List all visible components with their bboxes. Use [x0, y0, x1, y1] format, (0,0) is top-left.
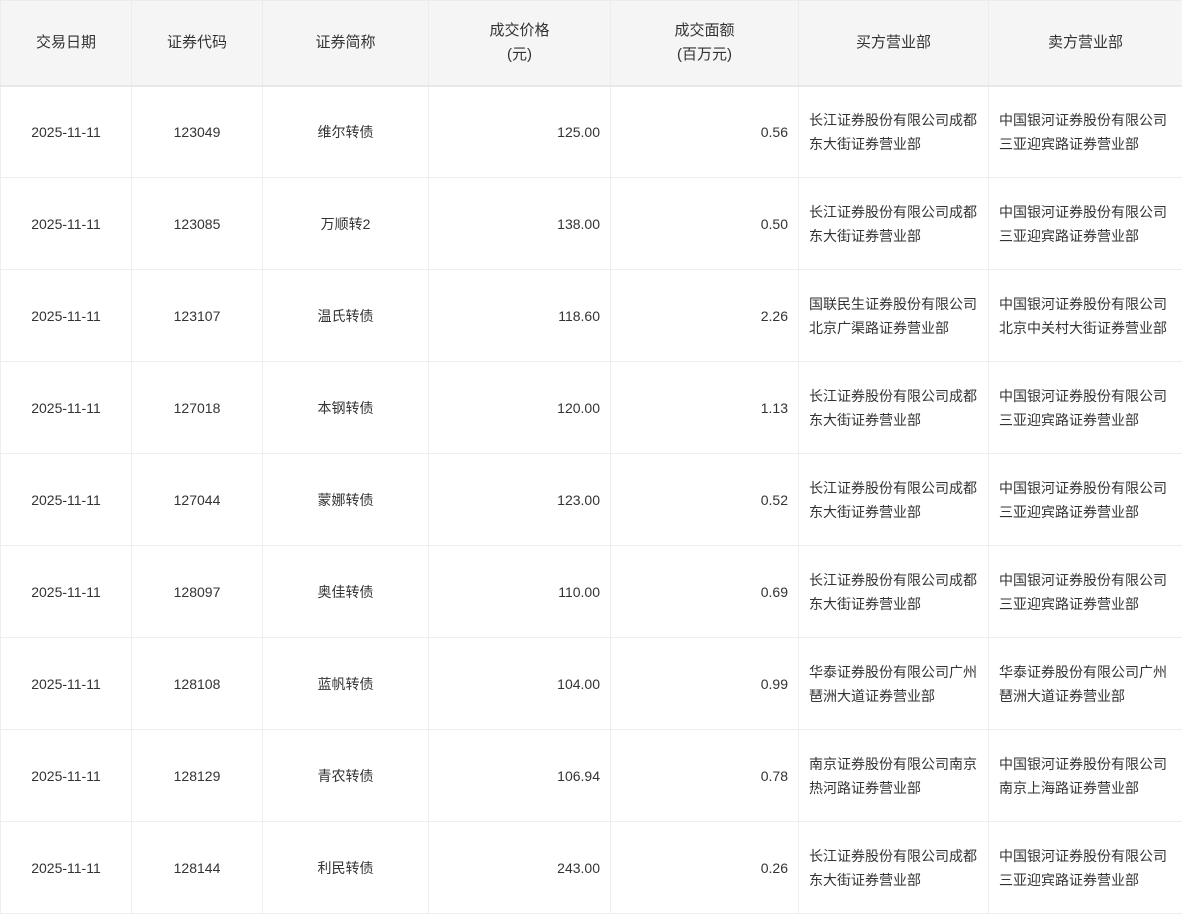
table-row: 2025-11-11 123085 万顺转2 138.00 0.50 长江证券股份有限公司… — [0, 177, 1182, 270]
cell-name: 本钢转债 — [262, 361, 429, 454]
cell-date: 2025-11-11 — [0, 453, 132, 546]
cell-date: 2025-11-11 — [0, 821, 132, 914]
cell-buyer: 长江证券股份有限公司成都东大街证券营业部 — [798, 177, 989, 270]
cell-amount: 0.56 — [610, 85, 799, 178]
cell-name: 维尔转债 — [262, 85, 429, 178]
column-header-security-code: 证券代码 — [131, 0, 263, 87]
cell-seller: 中国银河证券股份有限公司三亚迎宾路证券营业部 — [988, 453, 1182, 546]
cell-buyer: 长江证券股份有限公司成都东大街证券营业部 — [798, 453, 989, 546]
cell-buyer: 长江证券股份有限公司成都东大街证券营业部 — [798, 85, 989, 178]
cell-price: 138.00 — [428, 177, 611, 270]
cell-code: 123107 — [131, 269, 263, 362]
cell-code: 123085 — [131, 177, 263, 270]
cell-name: 蓝帆转债 — [262, 637, 429, 730]
cell-buyer: 长江证券股份有限公司成都东大街证券营业部 — [798, 545, 989, 638]
cell-price: 243.00 — [428, 821, 611, 914]
cell-seller: 华泰证券股份有限公司广州琶洲大道证券营业部 — [988, 637, 1182, 730]
cell-date: 2025-11-11 — [0, 85, 132, 178]
table-row: 2025-11-11 127044 蒙娜转债 123.00 0.52 长江证券股份有限公司… — [0, 453, 1182, 546]
cell-seller: 中国银河证券股份有限公司三亚迎宾路证券营业部 — [988, 85, 1182, 178]
cell-name: 万顺转2 — [262, 177, 429, 270]
cell-price: 104.00 — [428, 637, 611, 730]
column-header-trade-date: 交易日期 — [0, 0, 132, 87]
cell-seller: 中国银河证券股份有限公司北京中关村大街证券营业部 — [988, 269, 1182, 362]
cell-seller: 中国银河证券股份有限公司三亚迎宾路证券营业部 — [988, 821, 1182, 914]
block-trades-table: 交易日期 证券代码 证券简称 成交价格 (元) 成交面额 (百万元) 买方营业部… — [0, 0, 1182, 914]
header-row: 交易日期 证券代码 证券简称 成交价格 (元) 成交面额 (百万元) 买方营业部… — [0, 0, 1182, 87]
table-header: 交易日期 证券代码 证券简称 成交价格 (元) 成交面额 (百万元) 买方营业部… — [0, 0, 1182, 87]
cell-price: 118.60 — [428, 269, 611, 362]
cell-price: 120.00 — [428, 361, 611, 454]
cell-amount: 2.26 — [610, 269, 799, 362]
cell-amount: 0.52 — [610, 453, 799, 546]
cell-code: 123049 — [131, 85, 263, 178]
table-row: 2025-11-11 128129 青农转债 106.94 0.78 南京证券股份有限公司… — [0, 729, 1182, 822]
cell-name: 青农转债 — [262, 729, 429, 822]
table-row: 2025-11-11 123049 维尔转债 125.00 0.56 长江证券股份有限公司… — [0, 85, 1182, 178]
cell-amount: 0.78 — [610, 729, 799, 822]
cell-date: 2025-11-11 — [0, 361, 132, 454]
cell-name: 奥佳转债 — [262, 545, 429, 638]
cell-price: 125.00 — [428, 85, 611, 178]
table-row: 2025-11-11 127018 本钢转债 120.00 1.13 长江证券股份有限公司… — [0, 361, 1182, 454]
cell-name: 利民转债 — [262, 821, 429, 914]
cell-buyer: 华泰证券股份有限公司广州琶洲大道证券营业部 — [798, 637, 989, 730]
cell-date: 2025-11-11 — [0, 177, 132, 270]
cell-buyer: 长江证券股份有限公司成都东大街证券营业部 — [798, 361, 989, 454]
cell-buyer: 南京证券股份有限公司南京热河路证券营业部 — [798, 729, 989, 822]
cell-name: 温氏转债 — [262, 269, 429, 362]
cell-code: 128097 — [131, 545, 263, 638]
cell-code: 128108 — [131, 637, 263, 730]
column-header-seller-branch: 卖方营业部 — [988, 0, 1182, 87]
cell-code: 127044 — [131, 453, 263, 546]
cell-price: 106.94 — [428, 729, 611, 822]
cell-price: 110.00 — [428, 545, 611, 638]
cell-date: 2025-11-11 — [0, 545, 132, 638]
table-row: 2025-11-11 128108 蓝帆转债 104.00 0.99 华泰证券股份有限公司… — [0, 637, 1182, 730]
column-header-security-name: 证券简称 — [262, 0, 429, 87]
cell-amount: 1.13 — [610, 361, 799, 454]
cell-amount: 0.50 — [610, 177, 799, 270]
cell-amount: 0.26 — [610, 821, 799, 914]
cell-code: 128144 — [131, 821, 263, 914]
column-header-trade-amount: 成交面额 (百万元) — [610, 0, 799, 87]
cell-seller: 中国银河证券股份有限公司三亚迎宾路证券营业部 — [988, 361, 1182, 454]
column-header-trade-price: 成交价格 (元) — [428, 0, 611, 87]
cell-code: 127018 — [131, 361, 263, 454]
table-row: 2025-11-11 123107 温氏转债 118.60 2.26 国联民生证券股份有限… — [0, 269, 1182, 362]
cell-date: 2025-11-11 — [0, 269, 132, 362]
cell-buyer: 国联民生证券股份有限公司北京广渠路证券营业部 — [798, 269, 989, 362]
cell-buyer: 长江证券股份有限公司成都东大街证券营业部 — [798, 821, 989, 914]
cell-seller: 中国银河证券股份有限公司三亚迎宾路证券营业部 — [988, 545, 1182, 638]
table-row: 2025-11-11 128097 奥佳转债 110.00 0.69 长江证券股份有限公司… — [0, 545, 1182, 638]
cell-amount: 0.69 — [610, 545, 799, 638]
cell-seller: 中国银河证券股份有限公司南京上海路证券营业部 — [988, 729, 1182, 822]
table-body: 2025-11-11 123049 维尔转债 125.00 0.56 长江证券股份有限公司… — [0, 85, 1182, 914]
cell-amount: 0.99 — [610, 637, 799, 730]
cell-date: 2025-11-11 — [0, 637, 132, 730]
cell-name: 蒙娜转债 — [262, 453, 429, 546]
column-header-buyer-branch: 买方营业部 — [798, 0, 989, 87]
cell-price: 123.00 — [428, 453, 611, 546]
table-row: 2025-11-11 128144 利民转债 243.00 0.26 长江证券股份有限公司… — [0, 821, 1182, 914]
cell-seller: 中国银河证券股份有限公司三亚迎宾路证券营业部 — [988, 177, 1182, 270]
cell-date: 2025-11-11 — [0, 729, 132, 822]
cell-code: 128129 — [131, 729, 263, 822]
